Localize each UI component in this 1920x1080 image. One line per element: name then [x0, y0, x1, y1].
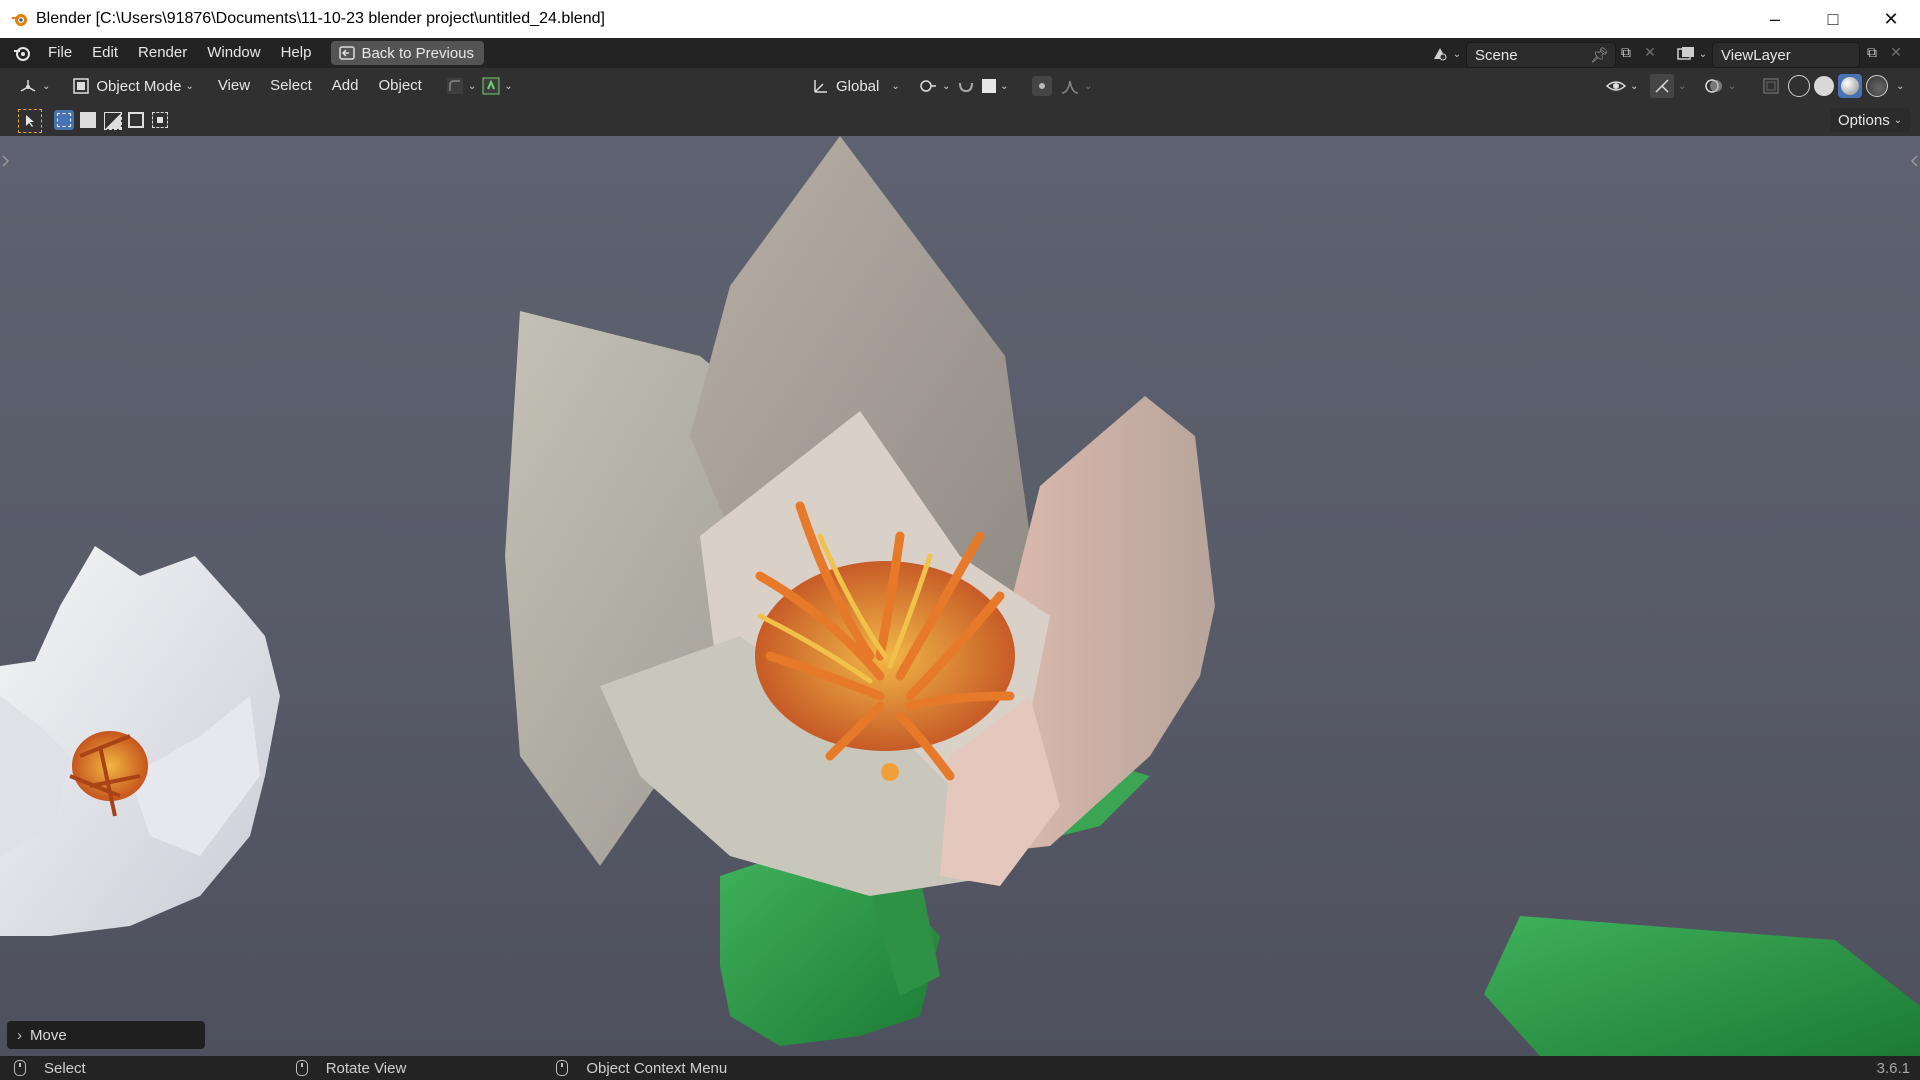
- transform-affect-dropdown[interactable]: ⌄ ⌄: [440, 72, 519, 100]
- overlays-toggle[interactable]: ⌄: [1698, 72, 1742, 100]
- window-titlebar: Blender [C:\Users\91876\Documents\11-10-…: [0, 0, 1920, 38]
- delete-scene-icon[interactable]: ✕: [1640, 44, 1660, 64]
- toolbar-expand-icon[interactable]: [2, 155, 10, 167]
- snapping-dropdown[interactable]: ⌄: [950, 72, 1014, 100]
- editor-type-dropdown[interactable]: ⌄: [12, 72, 56, 100]
- viewport-header: ⌄ Object Mode ⌄ View Select Add Object ⌄…: [0, 68, 1920, 104]
- back-icon: [339, 46, 356, 60]
- status-rotate-label: Rotate View: [325, 1059, 407, 1077]
- menu-object[interactable]: Object: [368, 71, 431, 101]
- status-context-label: Object Context Menu: [586, 1059, 728, 1077]
- overlays-icon: [1705, 79, 1722, 93]
- object-mode-icon: [73, 78, 90, 94]
- tool-settings-row: Options ⌄: [0, 104, 1920, 136]
- xray-icon: [1763, 78, 1779, 94]
- status-bar: Select Rotate View Object Context Menu 3…: [0, 1056, 1920, 1080]
- gizmo-toggle[interactable]: ⌄: [1644, 72, 1692, 100]
- orientation-label: Global: [836, 77, 880, 95]
- back-to-previous-label: Back to Previous: [361, 44, 475, 62]
- blender-logo-icon: [12, 14, 27, 26]
- scene-name-field[interactable]: Scene 📌︎: [1466, 42, 1616, 68]
- menu-render[interactable]: Render: [128, 38, 197, 68]
- menu-select[interactable]: Select: [260, 71, 322, 101]
- last-operator-panel[interactable]: › Move: [7, 1021, 205, 1049]
- delete-viewlayer-icon[interactable]: ✕: [1886, 44, 1906, 64]
- proportional-editing[interactable]: ⌄: [1026, 72, 1098, 100]
- magnet-icon: [959, 82, 973, 93]
- status-context: Object Context Menu: [556, 1060, 727, 1077]
- rendered-shading-icon[interactable]: [1866, 75, 1888, 97]
- viewlayer-name: ViewLayer: [1721, 46, 1791, 64]
- left-mouse-icon: [14, 1060, 26, 1076]
- menu-view[interactable]: View: [208, 71, 260, 101]
- transform-affect-icon: [446, 78, 463, 94]
- mode-dropdown[interactable]: Object Mode ⌄: [66, 72, 199, 100]
- right-mouse-icon: [556, 1060, 569, 1076]
- solid-shading-icon[interactable]: [1814, 76, 1834, 96]
- blender-menu-icon[interactable]: [12, 43, 32, 63]
- eye-icon: [1606, 81, 1626, 91]
- select-tool-icon[interactable]: [18, 109, 42, 133]
- scene-browse-button[interactable]: ⌄: [1428, 42, 1464, 66]
- viewlayer-icon: [1677, 47, 1694, 60]
- status-select-label: Select: [44, 1059, 86, 1077]
- white-flower[interactable]: [0, 546, 280, 936]
- pivot-point-icon: [920, 80, 936, 92]
- viewport-scene[interactable]: [0, 136, 1920, 1056]
- middle-mouse-icon: [295, 1060, 308, 1076]
- select-mode-extend-icon[interactable]: [80, 112, 96, 128]
- snap-target-icon: [982, 79, 996, 93]
- proportional-edit-icon: [1032, 76, 1052, 96]
- material-preview-icon: [1841, 77, 1859, 95]
- chevron-right-icon: ›: [17, 1026, 22, 1044]
- maximize-button[interactable]: □: [1804, 0, 1862, 38]
- 3d-viewport[interactable]: [0, 136, 1920, 1056]
- main-flower[interactable]: [505, 136, 1215, 896]
- new-scene-icon[interactable]: ⧉: [1616, 44, 1636, 64]
- menu-window[interactable]: Window: [197, 38, 270, 68]
- select-mode-invert-icon[interactable]: [128, 112, 144, 128]
- options-dropdown[interactable]: Options ⌄: [1830, 108, 1911, 132]
- gizmo-icon: [1650, 74, 1674, 98]
- menu-help[interactable]: Help: [271, 38, 322, 68]
- transform-orientation-dropdown[interactable]: Global ⌄: [806, 72, 906, 100]
- mode-label: Object Mode: [96, 77, 182, 95]
- xray-toggle[interactable]: [1756, 72, 1786, 100]
- pin-icon[interactable]: 📌︎: [1590, 46, 1615, 64]
- back-to-previous-button[interactable]: Back to Previous: [331, 41, 485, 65]
- menu-edit[interactable]: Edit: [82, 38, 128, 68]
- status-select: Select: [14, 1060, 86, 1077]
- menu-add[interactable]: Add: [322, 71, 369, 101]
- select-mode-subtract-icon[interactable]: [104, 112, 122, 130]
- select-mode-new-icon[interactable]: [54, 110, 74, 130]
- minimize-button[interactable]: –: [1746, 0, 1804, 38]
- snap-icon: [482, 77, 500, 95]
- orientation-icon: [814, 80, 827, 93]
- new-viewlayer-icon[interactable]: ⧉: [1862, 44, 1882, 64]
- wireframe-shading-icon[interactable]: [1788, 75, 1810, 97]
- viewlayer-browse-button[interactable]: ⌄: [1674, 42, 1710, 66]
- menu-file[interactable]: File: [38, 38, 82, 68]
- viewlayer-name-field[interactable]: ViewLayer: [1712, 42, 1860, 68]
- window-title: Blender [C:\Users\91876\Documents\11-10-…: [36, 10, 605, 27]
- operator-label: Move: [30, 1026, 67, 1044]
- material-preview-button[interactable]: [1838, 74, 1862, 98]
- grass-block[interactable]: [1484, 916, 1920, 1056]
- sidebar-expand-icon[interactable]: [1910, 155, 1918, 167]
- visibility-dropdown[interactable]: ⌄: [1600, 72, 1644, 100]
- close-button[interactable]: ✕: [1862, 0, 1920, 38]
- 3d-viewport-icon: [20, 80, 36, 92]
- scene-name: Scene: [1475, 46, 1518, 64]
- version-label: 3.6.1: [1876, 1059, 1910, 1077]
- shading-options-icon[interactable]: ⌄: [1896, 81, 1904, 92]
- status-rotate: Rotate View: [295, 1059, 407, 1077]
- falloff-icon: [1061, 80, 1079, 94]
- scene-icon: [1433, 48, 1447, 61]
- options-label: Options: [1838, 111, 1890, 129]
- select-mode-intersect-icon[interactable]: [152, 112, 168, 128]
